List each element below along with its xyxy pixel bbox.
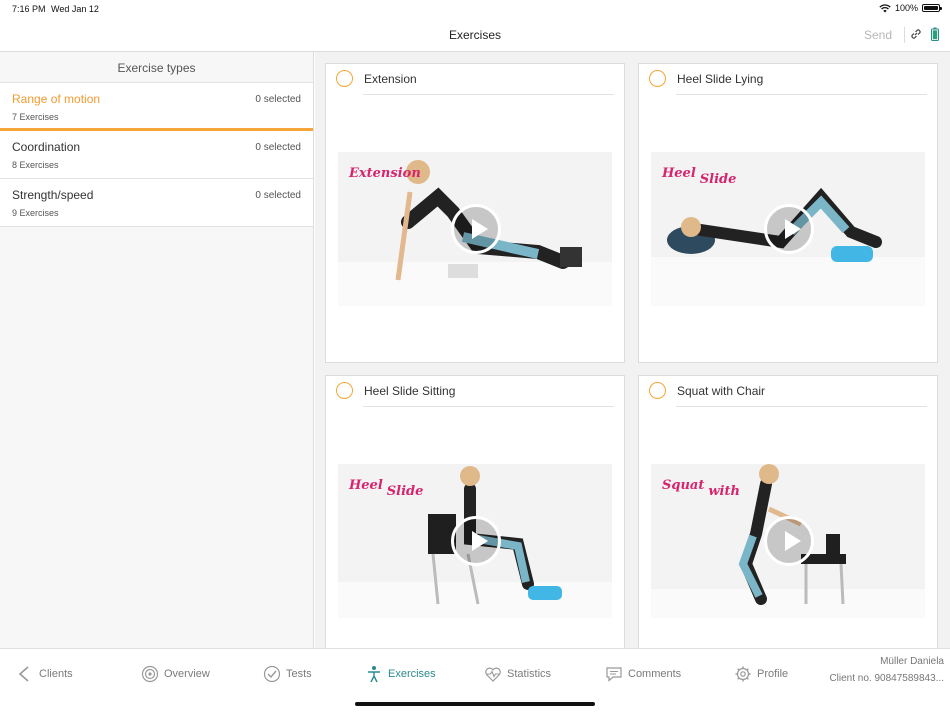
exercise-type-name: Coordination [12,140,81,154]
figure-icon [368,666,380,683]
exercise-type-count: 7 Exercises [12,112,59,122]
device-battery-icon[interactable] [931,27,939,41]
exercise-type-coordination[interactable]: Coordination 8 Exercises 0 selected [0,131,313,179]
tab-label: Overview [164,668,210,680]
gear-icon [735,666,751,682]
heart-pulse-icon [485,667,501,682]
exercise-card[interactable]: Heel Slide Sitting Heel Slide [325,375,625,648]
title-divider [676,406,927,407]
exercise-card[interactable]: Squat with Chair Squat with [638,375,938,648]
page-title: Exercises [448,28,501,42]
tab-label: Clients [39,668,73,680]
overlay-text: Heel Slide [662,166,737,187]
spiral-icon [141,665,159,683]
tab-tests[interactable]: Tests [263,665,312,683]
tab-statistics[interactable]: Statistics [484,665,551,683]
navigation-bar: Exercises Send [0,18,950,52]
tab-exercises[interactable]: Exercises [365,665,436,683]
wifi-icon [879,3,891,12]
exercise-type-selected: 0 selected [255,190,301,201]
client-name: Müller Daniela [880,656,944,667]
play-icon[interactable] [451,516,501,566]
select-radio[interactable] [336,382,353,399]
exercise-grid: Extension Extension Heel Slide Lying Hee… [315,52,950,648]
tab-overview[interactable]: Overview [141,665,210,683]
nav-divider [904,27,905,43]
tab-label: Profile [757,668,789,680]
exercise-type-strength-speed[interactable]: Strength/speed 9 Exercises 0 selected [0,179,313,227]
exercise-title: Extension [364,72,417,86]
sidebar-header: Exercise types [0,52,313,83]
exercise-type-name: Range of motion [12,92,101,106]
exercise-card[interactable]: Heel Slide Lying Heel Slide [638,63,938,363]
play-icon[interactable] [764,204,814,254]
title-divider [363,94,614,95]
tab-label: Exercises [388,668,436,680]
client-info[interactable]: Müller Daniela Client no. 90847589843... [829,653,944,687]
tab-profile[interactable]: Profile [734,665,788,683]
exercise-type-range-of-motion[interactable]: Range of motion 7 Exercises 0 selected [0,83,313,131]
title-divider [676,94,927,95]
select-radio[interactable] [649,382,666,399]
home-indicator [355,702,595,706]
check-circle-icon [263,665,281,683]
chevron-left-icon [18,666,29,682]
exercise-type-name: Strength/speed [12,188,94,202]
exercise-title: Squat with Chair [677,384,766,398]
exercise-video[interactable]: Extension [338,152,612,306]
link-icon[interactable] [909,27,923,41]
exercise-type-selected: 0 selected [255,142,301,153]
tab-clients[interactable]: Clients [16,665,73,683]
battery-icon [922,4,942,12]
tab-label: Tests [286,668,312,680]
tab-label: Comments [628,668,682,680]
status-bar: 7:16 PM Wed Jan 12 100% [0,0,950,18]
client-number: Client no. 90847589843... [829,673,944,684]
exercise-card[interactable]: Extension Extension [325,63,625,363]
status-date: Wed Jan 12 [51,4,99,14]
exercise-type-count: 9 Exercises [12,208,59,218]
play-icon[interactable] [764,516,814,566]
overlay-text: Squat with [662,478,740,499]
tab-label: Statistics [507,668,552,680]
exercise-type-selected: 0 selected [255,94,301,105]
exercise-video[interactable]: Squat with [651,464,925,618]
play-icon[interactable] [451,204,501,254]
status-time: 7:16 PM [12,4,46,14]
title-divider [363,406,614,407]
overlay-text: Extension [349,166,421,181]
status-right: 100% [879,3,942,13]
select-radio[interactable] [649,70,666,87]
exercise-types-sidebar: Exercise types Range of motion 7 Exercis… [0,52,314,648]
select-radio[interactable] [336,70,353,87]
exercise-video[interactable]: Heel Slide [338,464,612,618]
exercise-type-count: 8 Exercises [12,160,59,170]
exercise-title: Heel Slide Sitting [364,384,456,398]
send-button[interactable]: Send [864,28,892,42]
tab-comments[interactable]: Comments [605,665,681,683]
exercise-video[interactable]: Heel Slide [651,152,925,306]
overlay-text: Heel Slide [349,478,424,499]
battery-percent: 100% [894,3,918,13]
exercise-title: Heel Slide Lying [677,72,764,86]
speech-bubble-icon [606,667,622,682]
